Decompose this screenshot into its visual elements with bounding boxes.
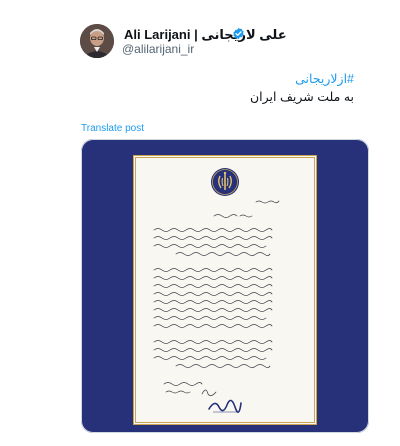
- handwritten-letter: [133, 155, 317, 425]
- author-handle[interactable]: @alilarijani_ir: [122, 42, 194, 56]
- verified-badge-icon: [233, 27, 244, 40]
- hashtag-link[interactable]: #ازلاریجانی: [295, 71, 354, 86]
- post-media-image[interactable]: [81, 139, 369, 433]
- handwritten-text: [153, 200, 280, 396]
- author-display-name[interactable]: Ali Larijani | علی لاریجانی: [124, 27, 287, 43]
- post-text: به ملت شریف ایران: [250, 90, 354, 104]
- author-avatar[interactable]: [80, 24, 114, 58]
- avatar-photo: [80, 24, 114, 58]
- translate-post-link[interactable]: Translate post: [81, 123, 144, 134]
- signature-logo: [208, 399, 242, 413]
